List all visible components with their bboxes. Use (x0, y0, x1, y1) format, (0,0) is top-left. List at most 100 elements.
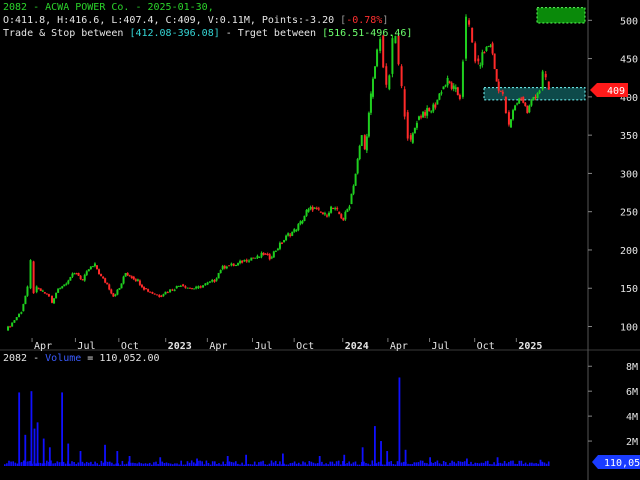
candle (11, 322, 14, 327)
volume-spike (386, 451, 389, 466)
volume-bar (230, 461, 233, 466)
candle (189, 287, 191, 289)
volume-bar (335, 461, 338, 466)
volume-bar (184, 464, 187, 466)
candle (221, 266, 224, 270)
volume-spike (24, 434, 27, 466)
volume-bar (329, 461, 332, 466)
candle (213, 279, 216, 282)
candle (299, 221, 302, 225)
volume-bar (304, 462, 306, 466)
volume-spike (116, 451, 119, 466)
volume-symbol: 2082 - (3, 353, 46, 364)
volume-bar (388, 461, 390, 466)
volume-bar (216, 463, 218, 466)
candle (382, 35, 385, 68)
candle (413, 127, 416, 134)
volume-bar (193, 462, 195, 466)
volume-bar (508, 461, 510, 466)
candle (258, 256, 261, 258)
candle (544, 73, 547, 78)
volume-bar (543, 462, 546, 466)
volume-bar (75, 463, 77, 466)
volume-spike (539, 459, 542, 466)
volume-spike (496, 457, 499, 466)
candle (245, 259, 248, 262)
volume-bar (157, 464, 159, 466)
volume-bar (64, 463, 67, 466)
volume-bar (46, 460, 48, 466)
candle (252, 257, 255, 259)
volume-bar (308, 461, 311, 466)
candle (313, 207, 316, 209)
volume-spike (380, 441, 382, 466)
candle (15, 317, 18, 321)
volume-bar (111, 462, 113, 466)
candle (186, 287, 189, 289)
candle (104, 278, 107, 283)
candle (153, 293, 156, 295)
volume-spike (128, 456, 131, 466)
volume-spike (79, 451, 82, 466)
volume-spike (159, 457, 162, 466)
volume-spike (33, 428, 36, 466)
volume-bar (325, 463, 327, 466)
volume-bar (56, 461, 59, 466)
volume-bar (109, 461, 111, 466)
volume-bar (369, 464, 371, 466)
volume-spike (61, 392, 63, 466)
volume-bar (85, 461, 88, 466)
volume-bar (415, 462, 418, 466)
volume-bar (512, 460, 514, 466)
candle (69, 277, 72, 281)
candle (197, 286, 200, 289)
volume-bar (253, 461, 256, 466)
volume-bar (16, 463, 19, 466)
volume-bar (354, 461, 357, 466)
volume-bar (300, 464, 302, 466)
volume-bar (88, 462, 90, 466)
candle (297, 224, 300, 231)
volume-spike (42, 438, 45, 466)
volume-bar (90, 461, 92, 466)
volume-bar (190, 460, 193, 466)
candle (13, 320, 16, 323)
candle (130, 276, 133, 278)
candle (79, 275, 82, 280)
chart-title: 2082 - ACWA POWER Co. - 2025-01-30, (3, 1, 214, 14)
volume-bar (436, 460, 439, 466)
candle (278, 242, 281, 249)
candle (204, 283, 207, 286)
volume-bar (136, 463, 138, 466)
volume-bar (186, 461, 189, 466)
candle (311, 207, 314, 211)
candle (360, 135, 363, 147)
candle (522, 96, 525, 103)
candle (509, 119, 512, 128)
candle (237, 263, 240, 266)
candle (479, 65, 482, 67)
trade-stop-line: Trade & Stop between [412.08-396.08] - T… (3, 27, 412, 40)
volume-bar (358, 464, 361, 466)
candle (541, 71, 544, 90)
volume-header: 2082 - Volume = 110,052.00 (3, 353, 160, 364)
volume-bar (306, 464, 308, 466)
volume-bar (98, 464, 101, 466)
candle (285, 235, 288, 241)
volume-bar (8, 460, 10, 466)
candle (158, 294, 161, 297)
candle (514, 105, 517, 111)
candle (434, 104, 437, 108)
volume-bar (285, 464, 287, 466)
candle (91, 266, 94, 268)
volume-bar (119, 464, 122, 466)
candle (63, 284, 66, 287)
candle (151, 292, 154, 294)
volume-bar (180, 460, 182, 466)
volume-bar (298, 462, 300, 466)
candle (471, 27, 474, 43)
candle (136, 279, 139, 281)
price-axis: 100150200250300350400450500409 (588, 16, 638, 334)
candle (134, 279, 137, 281)
volume-bar (310, 461, 313, 466)
